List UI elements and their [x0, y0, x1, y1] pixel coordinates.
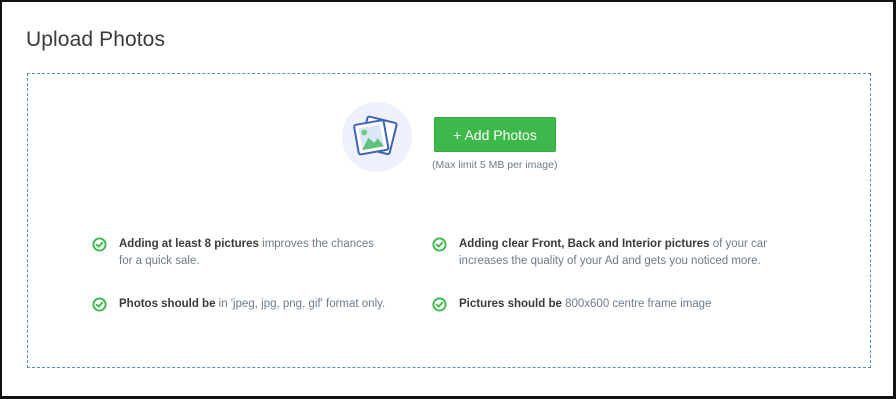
tip-item: Pictures should be 800x600 centre frame …: [432, 296, 711, 313]
tip-item: Photos should be in 'jpeg, jpg, png, gif…: [92, 296, 385, 313]
max-limit-note: (Max limit 5 MB per image): [432, 159, 558, 171]
add-photos-button[interactable]: + Add Photos: [434, 117, 556, 152]
upload-photos-panel: Upload Photos + Add Photos (Max limit 5 …: [0, 0, 896, 399]
tip-text: Photos should be in 'jpeg, jpg, png, gif…: [119, 298, 386, 310]
tip-item: Adding at least 8 pictures improves the …: [92, 236, 374, 270]
tip-text: Adding at least 8 pictures improves the …: [119, 238, 375, 267]
check-circle-icon: [92, 297, 107, 312]
check-circle-icon: [92, 237, 107, 252]
check-circle-icon: [432, 237, 447, 252]
photos-icon: [353, 115, 398, 156]
photos-icon-circle: [342, 102, 412, 172]
tip-text: Pictures should be 800x600 centre frame …: [459, 298, 712, 310]
check-circle-icon: [432, 297, 447, 312]
tip-item: Adding clear Front, Back and Interior pi…: [432, 236, 767, 270]
tip-text: Adding clear Front, Back and Interior pi…: [459, 238, 768, 267]
page-title: Upload Photos: [26, 28, 166, 51]
photo-dropzone[interactable]: + Add Photos (Max limit 5 MB per image) …: [27, 73, 871, 368]
